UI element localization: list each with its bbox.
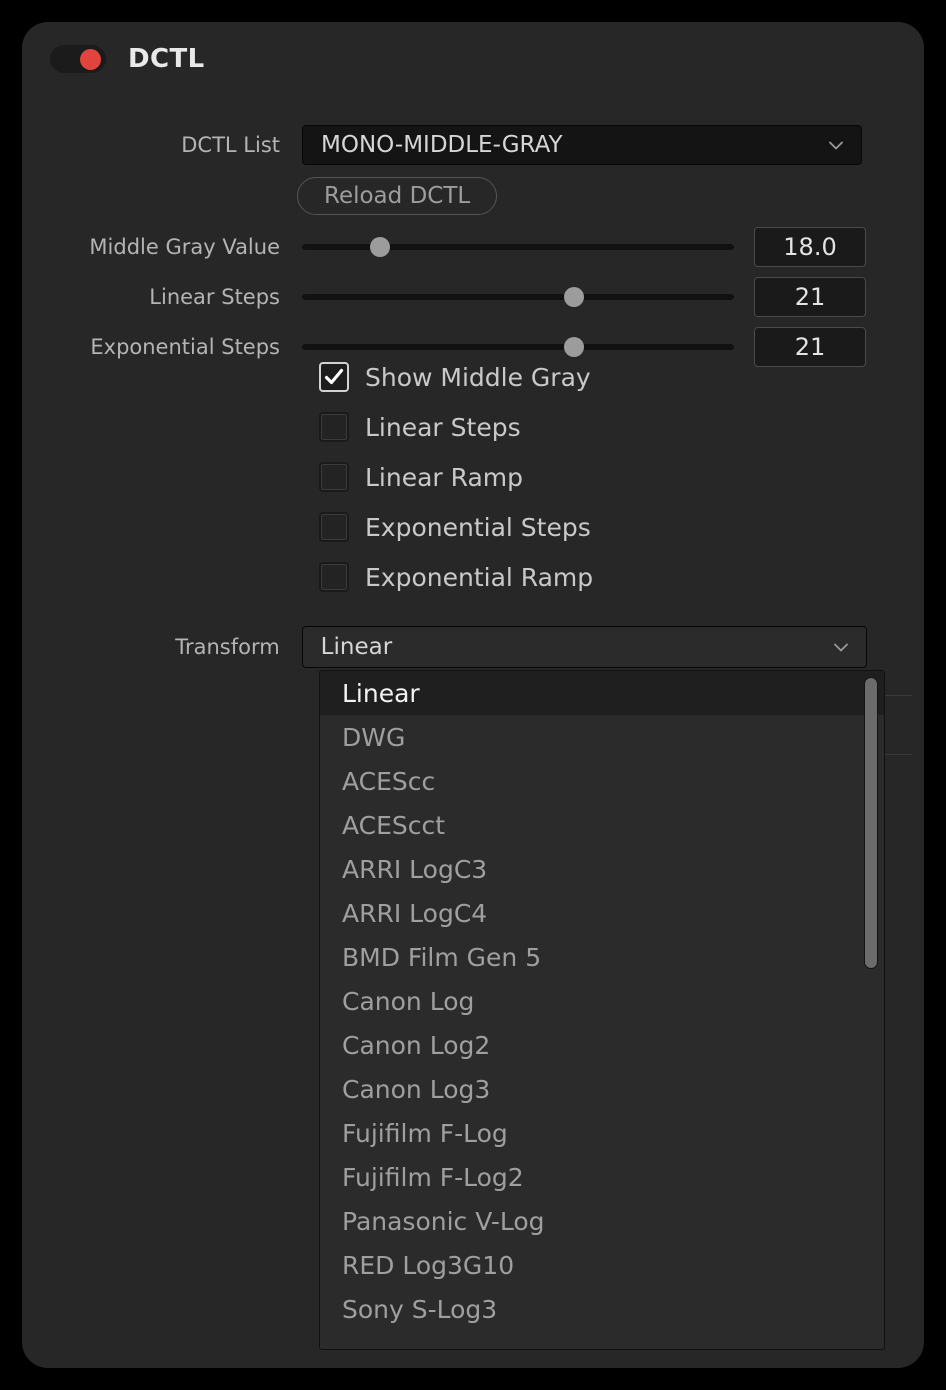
- transform-option-label: Canon Log3: [342, 1075, 490, 1104]
- transform-option[interactable]: Canon Log2: [320, 1023, 884, 1067]
- transform-option[interactable]: DWG: [320, 715, 884, 759]
- transform-option[interactable]: Fujifilm F-Log2: [320, 1155, 884, 1199]
- reload-dctl-row: Reload DCTL: [297, 177, 497, 215]
- panel-header: DCTL: [50, 44, 205, 74]
- middle-gray-value-label: Middle Gray Value: [22, 235, 280, 259]
- slider-thumb[interactable]: [370, 237, 390, 257]
- dctl-list-dropdown[interactable]: MONO-MIDDLE-GRAY: [302, 125, 862, 165]
- transform-option[interactable]: ARRI LogC3: [320, 847, 884, 891]
- transform-option[interactable]: RED Log3G10: [320, 1243, 884, 1287]
- checkbox-exponential-steps[interactable]: Exponential Steps: [319, 512, 591, 542]
- checkbox-label: Exponential Ramp: [365, 563, 593, 592]
- transform-option-label: ARRI LogC3: [342, 855, 487, 884]
- checkbox-linear-ramp[interactable]: Linear Ramp: [319, 462, 523, 492]
- transform-option-label: BMD Film Gen 5: [342, 943, 541, 972]
- chevron-down-icon: [830, 636, 852, 658]
- checkbox-box[interactable]: [319, 562, 349, 592]
- checkbox-label: Linear Steps: [365, 413, 521, 442]
- exponential-steps-slider[interactable]: [302, 335, 734, 359]
- transform-option-label: ARRI LogC4: [342, 899, 487, 928]
- dctl-list-value: MONO-MIDDLE-GRAY: [321, 132, 825, 158]
- transform-option-label: ACEScc: [342, 767, 435, 796]
- transform-option-label: Fujifilm F-Log: [342, 1119, 508, 1148]
- slider-thumb[interactable]: [564, 287, 584, 307]
- transform-option[interactable]: Panasonic V-Log: [320, 1199, 884, 1243]
- linear-steps-field[interactable]: 21: [754, 277, 866, 317]
- checkbox-label: Linear Ramp: [365, 463, 523, 492]
- transform-option-label: Sony S-Log3: [342, 1295, 497, 1324]
- checkbox-exponential-ramp[interactable]: Exponential Ramp: [319, 562, 593, 592]
- exponential-steps-field[interactable]: 21: [754, 327, 866, 367]
- checkbox-linear-steps[interactable]: Linear Steps: [319, 412, 521, 442]
- transform-option-list[interactable]: Linear DWG ACEScc ACEScct ARRI LogC3 ARRI Log…: [320, 671, 884, 1349]
- linear-steps-label: Linear Steps: [22, 285, 280, 309]
- reload-dctl-button[interactable]: Reload DCTL: [297, 177, 497, 215]
- transform-option-label: RED Log3G10: [342, 1251, 514, 1280]
- power-toggle-knob: [80, 49, 101, 70]
- transform-option-label: Linear: [342, 679, 420, 708]
- scrollbar-thumb[interactable]: [864, 677, 878, 969]
- dctl-panel: DCTL DCTL List MONO-MIDDLE-GRAY Reload D…: [22, 22, 924, 1368]
- transform-option-label: ACEScct: [342, 811, 445, 840]
- transform-option[interactable]: Canon Log3: [320, 1067, 884, 1111]
- transform-option[interactable]: ACEScct: [320, 803, 884, 847]
- transform-option-label: Canon Log: [342, 987, 474, 1016]
- page-title: DCTL: [128, 44, 205, 74]
- slider-row-linear-steps: Linear Steps 21: [22, 277, 887, 317]
- slider-track: [302, 244, 734, 250]
- app-root: DCTL DCTL List MONO-MIDDLE-GRAY Reload D…: [0, 0, 946, 1390]
- transform-dropdown[interactable]: Linear: [302, 626, 867, 668]
- slider-thumb[interactable]: [564, 337, 584, 357]
- transform-label: Transform: [22, 635, 280, 659]
- transform-option[interactable]: ACEScc: [320, 759, 884, 803]
- middle-gray-value-field[interactable]: 18.0: [754, 227, 866, 267]
- slider-row-middle-gray-value: Middle Gray Value 18.0: [22, 227, 887, 267]
- checkbox-box[interactable]: [319, 512, 349, 542]
- transform-option[interactable]: Linear: [320, 671, 884, 715]
- middle-gray-value-slider[interactable]: [302, 235, 734, 259]
- transform-option[interactable]: Canon Log: [320, 979, 884, 1023]
- check-icon: [323, 366, 345, 388]
- transform-option[interactable]: Sony S-Log3: [320, 1287, 884, 1331]
- checkbox-label: Exponential Steps: [365, 513, 591, 542]
- linear-steps-slider[interactable]: [302, 285, 734, 309]
- slider-track: [302, 294, 734, 300]
- transform-value: Linear: [321, 634, 830, 660]
- slider-row-exponential-steps: Exponential Steps 21: [22, 327, 887, 367]
- exponential-steps-label: Exponential Steps: [22, 335, 280, 359]
- checkbox-box[interactable]: [319, 462, 349, 492]
- slider-track: [302, 344, 734, 350]
- checkbox-box[interactable]: [319, 362, 349, 392]
- dctl-list-row: DCTL List MONO-MIDDLE-GRAY: [22, 125, 862, 165]
- transform-option-label: Panasonic V-Log: [342, 1207, 545, 1236]
- transform-dropdown-popup[interactable]: Linear DWG ACEScc ACEScct ARRI LogC3 ARRI Log…: [319, 670, 885, 1350]
- transform-option-label: Fujifilm F-Log2: [342, 1163, 524, 1192]
- checkbox-show-middle-gray[interactable]: Show Middle Gray: [319, 362, 591, 392]
- transform-option[interactable]: BMD Film Gen 5: [320, 935, 884, 979]
- power-toggle[interactable]: [50, 45, 106, 73]
- transform-option-label: Canon Log2: [342, 1031, 490, 1060]
- chevron-down-icon: [825, 134, 847, 156]
- checkbox-box[interactable]: [319, 412, 349, 442]
- transform-row: Transform Linear: [22, 626, 867, 668]
- checkbox-label: Show Middle Gray: [365, 363, 591, 392]
- transform-option-label: DWG: [342, 723, 405, 752]
- dctl-list-label: DCTL List: [22, 133, 280, 157]
- transform-option[interactable]: ARRI LogC4: [320, 891, 884, 935]
- transform-list-scrollbar[interactable]: [864, 677, 878, 1343]
- transform-option[interactable]: Fujifilm F-Log: [320, 1111, 884, 1155]
